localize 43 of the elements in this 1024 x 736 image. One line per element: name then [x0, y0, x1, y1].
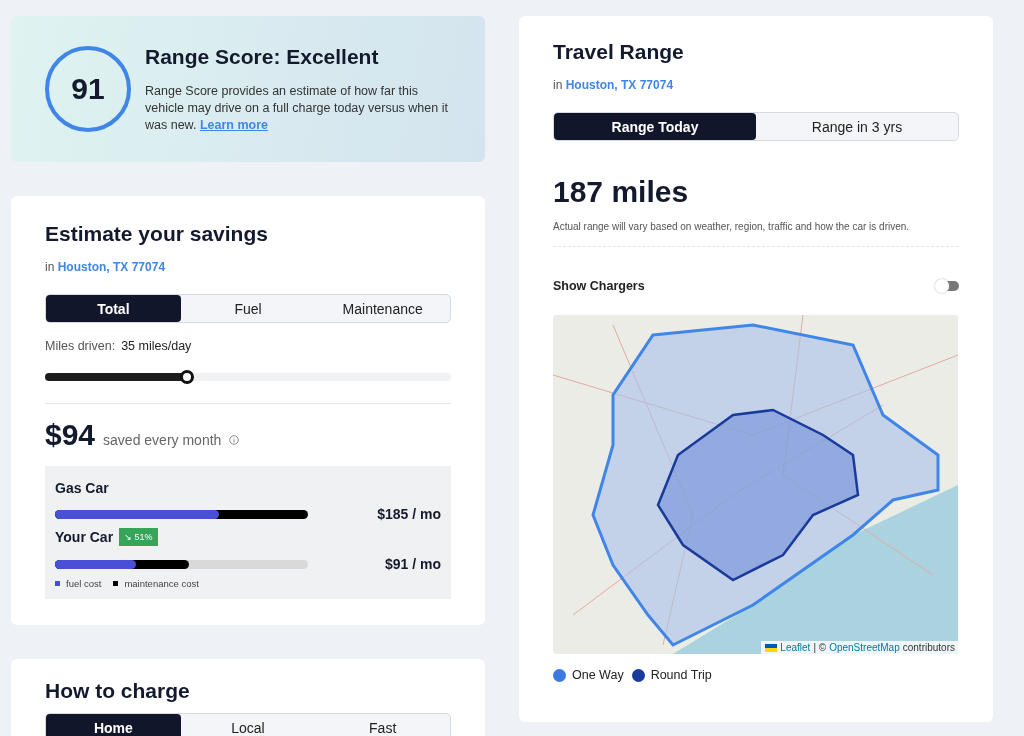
range-note: Actual range will vary based on weather, region, traffic and how the car is driven. — [553, 221, 959, 247]
car-name: Gas Car — [55, 480, 109, 496]
legend-label: fuel cost — [66, 578, 102, 589]
description: Range Score provides an estimate of how far this vehicle may drive on a full charge today versus when it was new. Learn more — [145, 82, 449, 134]
percent-badge: ↘ 51% — [119, 528, 158, 546]
tab[interactable]: Total — [46, 295, 181, 322]
attribution-text: contributors — [902, 642, 955, 653]
card-title: Range Score: Excellent — [145, 44, 380, 69]
tab[interactable]: Fuel — [180, 295, 316, 322]
range-value: 187 miles — [553, 175, 690, 209]
monthly-cost: $91 / mo — [384, 556, 441, 572]
card-title: How to charge — [45, 679, 191, 703]
info-icon — [229, 435, 240, 445]
card-title: Travel Range — [553, 40, 685, 64]
osm-link[interactable]: OpenStreetMap — [829, 642, 900, 653]
location-link[interactable]: Houston, TX 77074 — [565, 78, 674, 92]
flag-icon — [765, 643, 778, 652]
tab[interactable]: Maintenance — [315, 295, 450, 322]
car-name: Your Car — [55, 529, 114, 545]
legend-label: One Way — [572, 668, 624, 682]
toggle-label: Show Chargers — [553, 279, 645, 293]
location-prefix: in — [553, 78, 563, 92]
location-prefix: in — [45, 260, 55, 274]
miles-label: Miles driven: — [45, 339, 116, 353]
savings-caption: saved every month — [103, 432, 222, 448]
legend-label: maintenance cost — [124, 578, 199, 589]
monthly-cost: $185 / mo — [377, 506, 441, 522]
location-link[interactable]: Houston, TX 77074 — [57, 260, 166, 274]
score-ring: 91 — [45, 46, 131, 132]
tab[interactable]: Home — [46, 714, 181, 736]
legend-label: Round Trip — [650, 668, 712, 682]
tab[interactable]: Local — [180, 714, 316, 736]
miles-slider[interactable] — [45, 373, 451, 381]
savings-amount: $94 — [45, 418, 96, 452]
attribution-separator: | © — [813, 642, 827, 653]
tab[interactable]: Fast — [315, 714, 450, 736]
card-title: Estimate your savings — [45, 222, 269, 246]
leaflet-link[interactable]: Leaflet — [780, 642, 811, 653]
tab[interactable]: Range in 3 yrs — [756, 113, 958, 140]
slider-thumb[interactable] — [180, 370, 195, 384]
tab[interactable]: Range Today — [554, 113, 756, 140]
miles-value: 35 miles/day — [121, 339, 192, 353]
chargers-toggle[interactable] — [937, 281, 959, 291]
